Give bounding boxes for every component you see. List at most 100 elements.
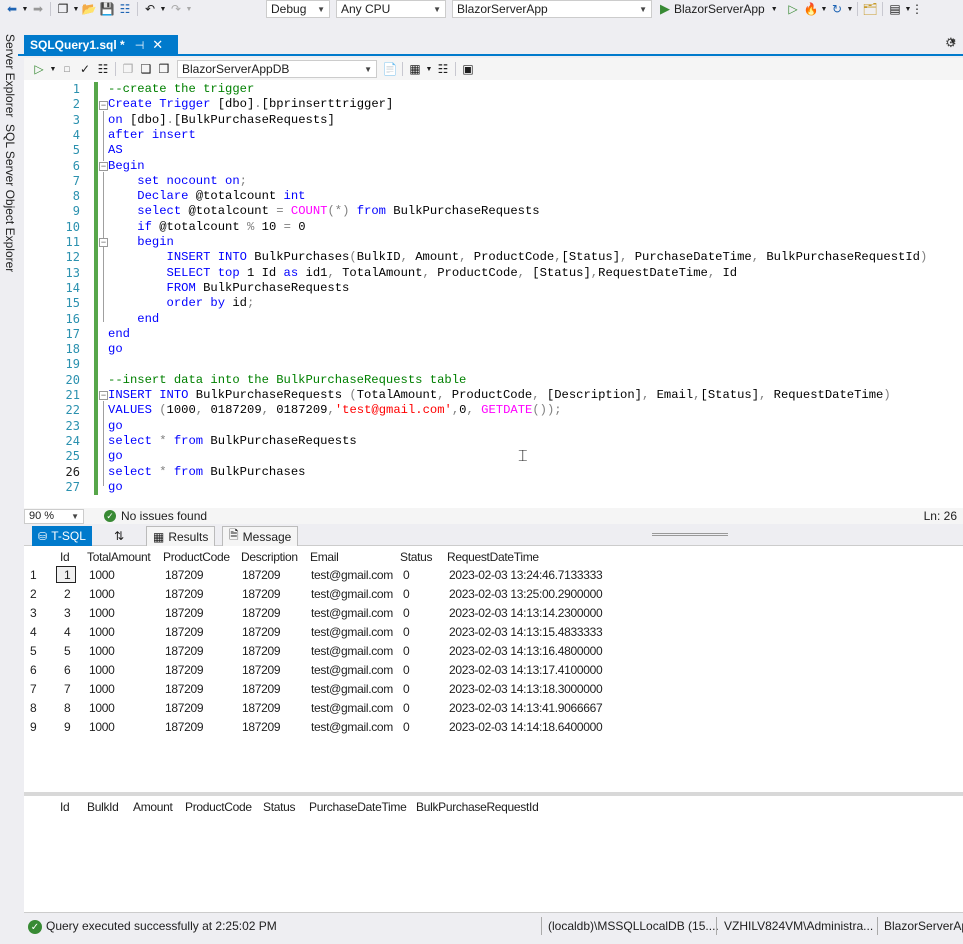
table-cell[interactable]: 187209: [165, 568, 204, 582]
execute-icon[interactable]: ▷: [30, 61, 48, 77]
table-cell[interactable]: 2: [64, 587, 71, 601]
table-cell[interactable]: 1000: [89, 587, 115, 601]
table-cell[interactable]: 187209: [242, 644, 281, 658]
column-header[interactable]: BulkId: [87, 800, 119, 814]
table-cell[interactable]: 5: [64, 644, 71, 658]
code-line[interactable]: if @totalcount % 10 = 0: [108, 220, 305, 235]
table-cell[interactable]: 187209: [165, 644, 204, 658]
table-cell[interactable]: 0: [403, 606, 410, 620]
table-cell[interactable]: 2023-02-03 14:13:18.3000000: [449, 682, 603, 696]
table-cell[interactable]: 7: [64, 682, 71, 696]
table-cell[interactable]: 187209: [165, 720, 204, 734]
results-grid-icon[interactable]: ▦: [406, 61, 424, 77]
code-line[interactable]: select * from BulkPurchaseRequests: [108, 434, 357, 449]
row-number[interactable]: 3: [30, 606, 37, 620]
column-header[interactable]: Id: [60, 800, 70, 814]
table-cell[interactable]: 187209: [242, 682, 281, 696]
table-cell[interactable]: 1000: [89, 682, 115, 696]
tab-sqlquery1[interactable]: SQLQuery1.sql * ⊣ ✕: [24, 35, 178, 55]
table-cell[interactable]: 2023-02-03 13:25:00.2900000: [449, 587, 603, 601]
table-cell[interactable]: 187209: [242, 663, 281, 677]
table-cell[interactable]: 0: [403, 701, 410, 715]
save-icon[interactable]: 💾: [98, 1, 116, 17]
code-line[interactable]: VALUES (1000, 0187209, 0187209,'test@gma…: [108, 403, 562, 418]
collapse-icon[interactable]: −: [99, 391, 108, 400]
code-line[interactable]: INSERT INTO BulkPurchaseRequests (TotalA…: [108, 388, 891, 403]
table-cell[interactable]: 187209: [165, 701, 204, 715]
dropdown-arrow-icon[interactable]: ▼: [72, 1, 80, 17]
column-header[interactable]: RequestDateTime: [447, 550, 539, 564]
code-line[interactable]: end: [108, 327, 130, 342]
table-cell[interactable]: 187209: [165, 625, 204, 639]
tab-message[interactable]: 🗎 Message: [222, 526, 299, 546]
table-cell[interactable]: 2023-02-03 13:24:46.7133333: [449, 568, 603, 582]
row-number[interactable]: 2: [30, 587, 37, 601]
table-cell[interactable]: 187209: [165, 587, 204, 601]
table-cell[interactable]: 187209: [242, 606, 281, 620]
pane-splitter-grip[interactable]: [652, 533, 728, 536]
pin-icon[interactable]: ⊣: [135, 39, 145, 52]
table-cell[interactable]: 2023-02-03 14:13:17.4100000: [449, 663, 603, 677]
code-line[interactable]: --insert data into the BulkPurchaseReque…: [108, 373, 466, 388]
table-cell[interactable]: test@gmail.com: [311, 625, 393, 639]
forward-icon[interactable]: ➡: [29, 1, 47, 17]
save-all-icon[interactable]: ☷: [116, 1, 134, 17]
table-cell[interactable]: 1000: [89, 701, 115, 715]
code-line[interactable]: end: [108, 312, 159, 327]
close-icon[interactable]: ✕: [152, 37, 163, 53]
platform-dropdown[interactable]: Any CPU ▼: [336, 0, 446, 18]
disconnect-icon[interactable]: ❑: [137, 61, 155, 77]
stop-icon[interactable]: □: [58, 61, 76, 77]
table-cell[interactable]: test@gmail.com: [311, 587, 393, 601]
column-header[interactable]: TotalAmount: [87, 550, 151, 564]
dropdown-arrow-icon[interactable]: ▼: [424, 61, 434, 77]
table-cell[interactable]: 187209: [165, 663, 204, 677]
code-line[interactable]: Create Trigger [dbo].[bprinserttrigger]: [108, 97, 393, 112]
code-line[interactable]: go: [108, 342, 123, 357]
code-line[interactable]: --create the trigger: [108, 82, 254, 97]
collapse-icon[interactable]: −: [99, 162, 108, 171]
table-cell[interactable]: 187209: [242, 625, 281, 639]
sql-server-object-explorer-tab[interactable]: SQL Server Object Explorer: [1, 124, 17, 272]
back-icon[interactable]: ⬅: [3, 1, 21, 17]
sql-editor[interactable]: 1 2 3 4 5 6 7 8 9 10 11 12 13 14 15 16 17 18 19 20 21 22 23 24 2…: [24, 80, 963, 508]
dropdown-arrow-icon[interactable]: ▼: [21, 1, 29, 17]
parse-checkmark-icon[interactable]: ✓: [76, 61, 94, 77]
column-header[interactable]: Description: [241, 550, 298, 564]
row-number[interactable]: 5: [30, 644, 37, 658]
window-layout-icon[interactable]: ▤: [886, 1, 904, 17]
column-header[interactable]: PurchaseDateTime: [309, 800, 407, 814]
column-header[interactable]: Status: [400, 550, 433, 564]
server-explorer-tab[interactable]: Server Explorer: [1, 34, 17, 117]
table-cell[interactable]: 6: [64, 663, 71, 677]
table-cell[interactable]: 0: [403, 625, 410, 639]
results-grid-2[interactable]: Id BulkId Amount ProductCode Status PurchaseD…: [24, 796, 963, 912]
open-folder-icon[interactable]: 📂: [80, 1, 98, 17]
code-line[interactable]: Begin: [108, 159, 145, 174]
code-line[interactable]: go: [108, 419, 123, 434]
table-cell[interactable]: 2023-02-03 14:13:16.4800000: [449, 644, 603, 658]
code-line[interactable]: order by id;: [108, 296, 255, 311]
collapse-icon[interactable]: −: [99, 101, 108, 110]
new-project-icon[interactable]: ❐: [54, 1, 72, 17]
table-cell[interactable]: 0: [403, 720, 410, 734]
table-cell[interactable]: 1000: [89, 625, 115, 639]
code-line[interactable]: go: [108, 449, 123, 464]
table-cell[interactable]: 0: [403, 682, 410, 696]
table-cell[interactable]: 2023-02-03 14:13:15.4833333: [449, 625, 603, 639]
connect-icon[interactable]: ❐: [119, 61, 137, 77]
refresh-icon[interactable]: ↻: [828, 1, 846, 17]
table-cell[interactable]: 187209: [165, 682, 204, 696]
table-cell[interactable]: 1: [64, 568, 71, 582]
column-header[interactable]: ProductCode: [163, 550, 230, 564]
tab-tsql[interactable]: ⛁ T-SQL: [32, 526, 92, 546]
redo-icon[interactable]: ↷: [167, 1, 185, 17]
table-cell[interactable]: 0: [403, 644, 410, 658]
table-cell[interactable]: 0: [403, 663, 410, 677]
table-cell[interactable]: 1000: [89, 568, 115, 582]
code-line[interactable]: begin: [108, 235, 174, 250]
table-cell[interactable]: 187209: [165, 606, 204, 620]
column-header[interactable]: ProductCode: [185, 800, 252, 814]
row-number[interactable]: 6: [30, 663, 37, 677]
code-line[interactable]: select @totalcount = COUNT(*) from BulkP…: [108, 204, 539, 219]
